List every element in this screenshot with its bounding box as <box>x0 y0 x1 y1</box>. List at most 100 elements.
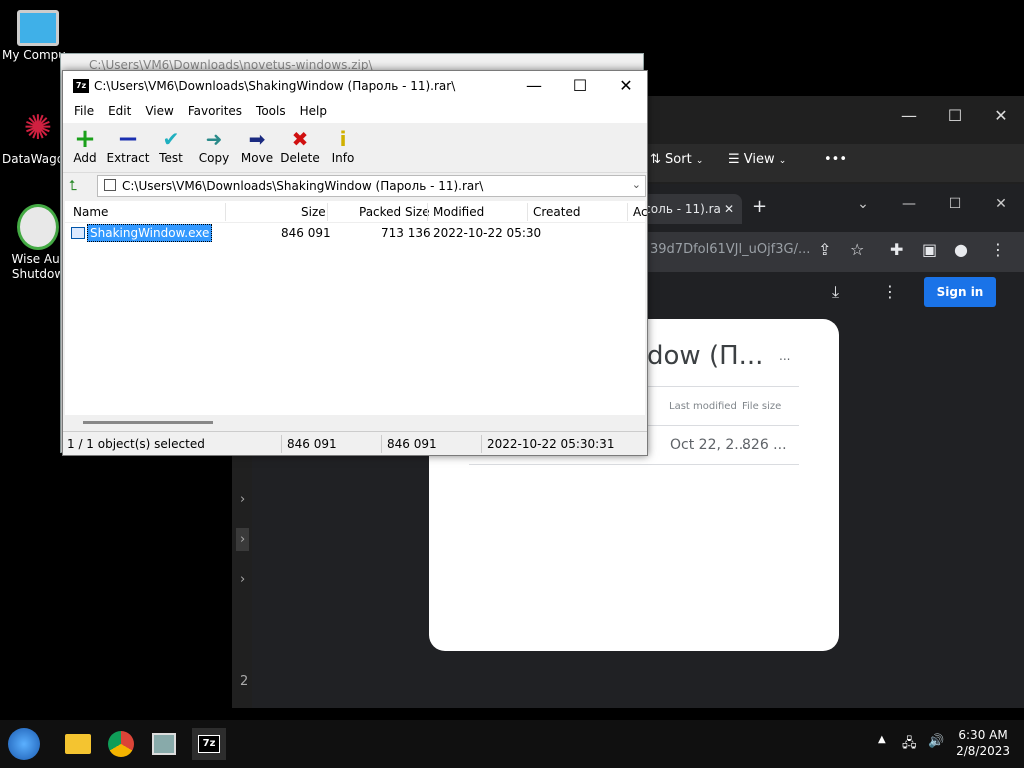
column-modified[interactable]: Modified <box>433 205 484 219</box>
scrollbar-thumb[interactable] <box>83 421 213 424</box>
folder-icon <box>65 734 91 754</box>
more-options-icon[interactable]: ... <box>779 349 790 363</box>
view-button[interactable]: ☰ View ⌄ <box>728 152 786 167</box>
folder-up-icon[interactable]: ⮤ <box>69 178 87 194</box>
column-headers: Name Size Packed Size Modified Created A… <box>65 201 648 223</box>
profile-icon[interactable]: ● <box>954 240 968 259</box>
7zip-icon: 7z <box>198 735 220 753</box>
column-header: Last modified <box>669 401 737 412</box>
datawagon-icon: ✺ <box>23 108 53 148</box>
file-list[interactable]: Name Size Packed Size Modified Created A… <box>65 201 648 431</box>
exe-file-icon <box>71 227 85 239</box>
delete-button[interactable]: ✖ Delete <box>278 127 322 165</box>
minimize-icon[interactable]: — <box>886 190 932 218</box>
chevron-down-icon: ⌄ <box>695 156 704 166</box>
divider <box>469 464 799 465</box>
file-size: 826 ... <box>742 437 787 453</box>
column-size[interactable]: Size <box>301 205 326 219</box>
extract-button[interactable]: − Extract <box>106 124 150 165</box>
start-button[interactable] <box>8 728 40 760</box>
chevron-down-icon[interactable]: ⌄ <box>632 178 641 191</box>
menu-edit[interactable]: Edit <box>101 101 138 123</box>
network-icon[interactable]: 🖧 <box>902 734 917 756</box>
horizontal-scrollbar[interactable] <box>65 415 645 431</box>
test-button[interactable]: ✔ Test <box>149 127 193 165</box>
close-icon[interactable]: ✕ <box>978 104 1024 128</box>
alarm-clock-icon <box>17 204 59 250</box>
url-text[interactable]: 39d7Dfol61VJl_uOjf3G/... <box>650 242 810 257</box>
status-selected: 1 / 1 object(s) selected <box>67 437 205 451</box>
side-panel-icon[interactable]: ▣ <box>922 240 937 259</box>
sort-button[interactable]: ⇅ Sort ⌄ <box>650 152 703 167</box>
copy-icon: ➜ <box>205 127 223 151</box>
column-packed-size[interactable]: Packed Size <box>359 205 430 219</box>
monitor-icon <box>17 10 59 46</box>
clock[interactable]: 6:30 AM 2/8/2023 <box>956 727 1010 759</box>
chevron-right-icon[interactable]: › <box>240 492 245 507</box>
status-packed: 846 091 <box>387 437 437 451</box>
taskbar: 7z ▲ 🖧 🔊 6:30 AM 2/8/2023 <box>0 720 1024 768</box>
tab-search-icon[interactable]: ⌄ <box>840 190 886 218</box>
browser-tab[interactable]: Асоль - 11).ra ✕ <box>632 194 742 224</box>
maximize-icon[interactable]: ☐ <box>932 104 978 128</box>
chrome-icon <box>108 731 134 757</box>
move-button[interactable]: ➡ Move <box>235 127 279 165</box>
chevron-right-icon[interactable]: › <box>236 528 250 551</box>
extract-icon: − <box>117 124 139 154</box>
file-title: dow (П... <box>647 341 764 371</box>
path-combobox[interactable]: C:\Users\VM6\Downloads\ShakingWindow (Па… <box>97 175 646 197</box>
share-icon[interactable]: ⇪ <box>818 240 831 259</box>
close-icon[interactable]: ✕ <box>978 190 1024 218</box>
add-button[interactable]: + Add <box>63 126 107 165</box>
sidebar-count: 2 <box>240 674 249 689</box>
window-controls: — ☐ ✕ <box>886 104 1024 128</box>
minimize-icon[interactable]: — <box>886 104 932 128</box>
chevron-right-icon[interactable]: › <box>240 572 245 587</box>
toolbar: + Add − Extract ✔ Test ➜ Copy ➡ Move ✖ D… <box>63 123 647 173</box>
7zip-app-icon: 7z <box>73 79 89 93</box>
chevron-down-icon: ⌄ <box>778 156 787 166</box>
minimize-button[interactable]: — <box>511 75 557 99</box>
path-text: C:\Users\VM6\Downloads\ShakingWindow (Па… <box>122 179 484 193</box>
download-icon[interactable]: ⤓ <box>832 282 839 302</box>
more-vert-icon[interactable]: ⋮ <box>882 282 898 301</box>
menu-tools[interactable]: Tools <box>249 101 293 123</box>
taskbar-app[interactable] <box>148 728 180 760</box>
maximize-icon[interactable]: ☐ <box>932 190 978 218</box>
volume-icon[interactable]: 🔊 <box>928 734 944 749</box>
date: 2/8/2023 <box>956 744 1010 758</box>
move-icon: ➡ <box>248 127 266 151</box>
copy-button[interactable]: ➜ Copy <box>192 127 236 165</box>
more-options-button[interactable]: ••• <box>824 152 847 167</box>
close-button[interactable]: ✕ <box>603 75 649 99</box>
taskbar-chrome[interactable] <box>105 728 137 760</box>
table-row[interactable]: ShakingWindow.exe 846 091 713 136 2022-1… <box>65 223 645 243</box>
menu-favorites[interactable]: Favorites <box>181 101 249 123</box>
info-button[interactable]: i Info <box>321 127 365 165</box>
delete-icon: ✖ <box>291 127 309 151</box>
status-modified: 2022-10-22 05:30:31 <box>487 437 615 451</box>
maximize-button[interactable]: ☐ <box>557 75 603 99</box>
file-name[interactable]: ShakingWindow.exe <box>87 224 213 242</box>
chevron-up-icon[interactable]: ▲ <box>878 734 886 745</box>
column-name[interactable]: Name <box>73 205 108 219</box>
title-bar[interactable]: 7z C:\Users\VM6\Downloads\ShakingWindow … <box>63 71 647 101</box>
sign-in-button[interactable]: Sign in <box>924 277 996 307</box>
close-tab-icon[interactable]: ✕ <box>724 194 734 224</box>
status-size: 846 091 <box>287 437 337 451</box>
menu-view[interactable]: View <box>138 101 180 123</box>
file-packed-size: 713 136 <box>381 226 431 240</box>
column-accessed[interactable]: Ac <box>633 205 648 219</box>
column-created[interactable]: Created <box>533 205 581 219</box>
menu-file[interactable]: File <box>67 101 101 123</box>
taskbar-file-explorer[interactable] <box>62 728 94 760</box>
new-tab-icon[interactable]: + <box>752 196 767 217</box>
status-bar: 1 / 1 object(s) selected 846 091 846 091… <box>63 431 647 455</box>
menu-help[interactable]: Help <box>293 101 334 123</box>
extensions-icon[interactable]: ✚ <box>890 240 903 259</box>
address-row: ⮤ C:\Users\VM6\Downloads\ShakingWindow (… <box>63 173 647 199</box>
7zip-window[interactable]: 7z C:\Users\VM6\Downloads\ShakingWindow … <box>62 70 648 456</box>
taskbar-7zip[interactable]: 7z <box>192 728 226 760</box>
star-icon[interactable]: ☆ <box>850 240 864 259</box>
chrome-menu-icon[interactable]: ⋮ <box>990 240 1006 259</box>
